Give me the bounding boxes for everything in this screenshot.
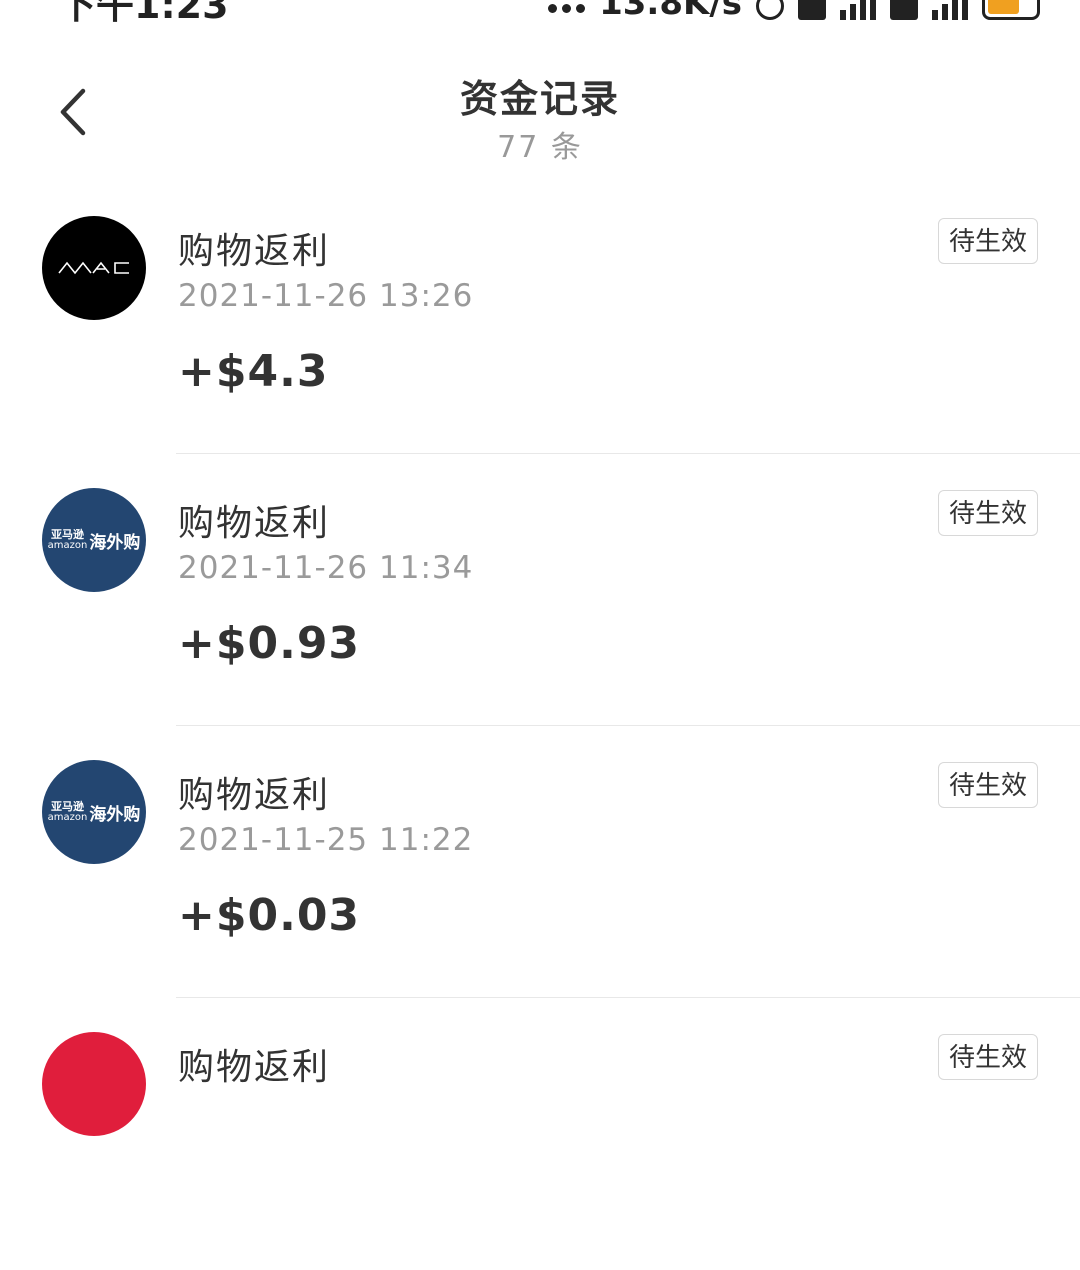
amazon-logo-avatar: 亚马逊 amazon 海外购 [42, 488, 146, 592]
amazon-logo-en: amazon [47, 812, 88, 823]
more-dots-icon [548, 0, 586, 20]
amazon-logo-cn-big: 海外购 [89, 532, 141, 553]
status-badge: 待生效 [937, 762, 1038, 808]
amazon-logo-avatar: 亚马逊 amazon 海外购 [42, 760, 146, 864]
record-type: 购物返利 [178, 503, 331, 544]
mac-logo-avatar [42, 216, 146, 320]
status-badge: 待生效 [937, 218, 1038, 264]
network-speed: 13.8K/s [599, 0, 742, 23]
record-date: 2021-11-25 11:22 [178, 822, 474, 858]
status-badge: 待生效 [937, 490, 1038, 536]
list-item[interactable]: 亚马逊 amazon 海外购 购物返利 2021-11-26 11:34 +$0.… [0, 454, 1080, 726]
amazon-logo-cn-small: 亚马逊 [50, 800, 84, 813]
amazon-logo-icon: 亚马逊 amazon 海外购 [48, 528, 141, 553]
battery-icon [982, 0, 1040, 20]
page-header: 资金记录 77 条 [0, 60, 1080, 170]
record-list: 购物返利 2021-11-26 13:26 +$4.3 待生效 亚马逊 amazo… [0, 182, 1080, 1270]
hd-icon [798, 0, 826, 20]
record-type: 购物返利 [178, 775, 331, 816]
record-amount: +$4.3 [178, 346, 329, 397]
record-amount: +$0.03 [178, 890, 361, 941]
status-badge: 待生效 [937, 1034, 1038, 1080]
amazon-logo-cn-small: 亚马逊 [50, 528, 84, 541]
list-item[interactable]: 亚马逊 amazon 海外购 购物返利 2021-11-25 11:22 +$0.… [0, 726, 1080, 998]
hd-icon-2 [890, 0, 918, 20]
amazon-logo-icon: 亚马逊 amazon 海外购 [48, 800, 141, 825]
status-icons: 13.8K/s [548, 0, 1040, 20]
page-title: 资金记录 [459, 77, 620, 121]
amazon-logo-cn-big: 海外购 [89, 804, 141, 825]
amazon-logo-en: amazon [47, 540, 88, 551]
signal-icon [840, 0, 876, 20]
vpn-icon [756, 0, 784, 20]
list-item[interactable]: 购物返利 2021-11-26 13:26 +$4.3 待生效 [0, 182, 1080, 454]
signal-icon-2 [932, 0, 968, 20]
mac-logo-icon [58, 261, 129, 275]
red-store-logo-avatar [42, 1032, 146, 1136]
record-count: 77 条 [497, 130, 583, 165]
list-item[interactable]: 购物返利 待生效 [0, 998, 1080, 1270]
status-bar: 下午1:23 13.8K/s [0, 0, 1080, 24]
record-type: 购物返利 [178, 1047, 331, 1088]
record-date: 2021-11-26 11:34 [178, 550, 474, 586]
record-amount: +$0.93 [178, 618, 361, 669]
record-date: 2021-11-26 13:26 [178, 278, 474, 314]
status-time: 下午1:23 [58, 0, 229, 24]
record-type: 购物返利 [178, 231, 331, 272]
